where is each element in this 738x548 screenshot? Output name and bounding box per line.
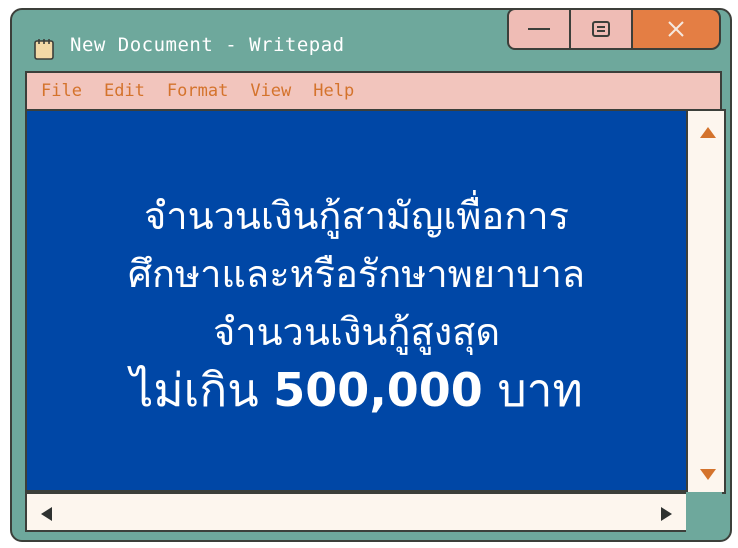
menu-bar: File Edit Format View Help: [25, 71, 722, 111]
minimize-button[interactable]: [507, 8, 571, 50]
menu-format[interactable]: Format: [167, 81, 228, 101]
notepad-icon: [34, 39, 54, 60]
scrollbar-corner: [686, 492, 722, 532]
menu-edit[interactable]: Edit: [104, 81, 145, 101]
doc-line-4: ไม่เกิน 500,000 บาท: [130, 367, 583, 413]
doc-line-1: จำนวนเงินกู้สามัญเพื่อการ: [144, 193, 569, 238]
doc-line-4-prefix: ไม่เกิน: [130, 362, 259, 417]
menu-help[interactable]: Help: [313, 81, 354, 101]
close-icon: [668, 21, 684, 37]
doc-amount: 500,000: [273, 362, 483, 417]
scroll-up-arrow-icon[interactable]: [700, 127, 716, 138]
doc-line-3: จำนวนเงินกู้สูงสุด: [212, 309, 501, 354]
scroll-left-arrow-icon[interactable]: [41, 507, 52, 521]
vertical-scrollbar[interactable]: [686, 109, 726, 494]
close-button[interactable]: [631, 8, 721, 50]
scroll-down-arrow-icon[interactable]: [700, 469, 716, 480]
doc-line-4-suffix: บาท: [497, 362, 583, 417]
scroll-right-arrow-icon[interactable]: [661, 507, 672, 521]
maximize-button[interactable]: [569, 8, 633, 50]
doc-line-2: ศึกษาและหรือรักษาพยาบาล: [127, 251, 586, 296]
document-area[interactable]: จำนวนเงินกู้สามัญเพื่อการ ศึกษาและหรือรั…: [25, 109, 688, 492]
minimize-icon: [528, 28, 550, 30]
menu-view[interactable]: View: [250, 81, 291, 101]
horizontal-scrollbar[interactable]: [25, 492, 688, 532]
menu-file[interactable]: File: [41, 81, 82, 101]
maximize-icon: [592, 21, 610, 37]
window-title: New Document - Writepad: [70, 34, 345, 56]
